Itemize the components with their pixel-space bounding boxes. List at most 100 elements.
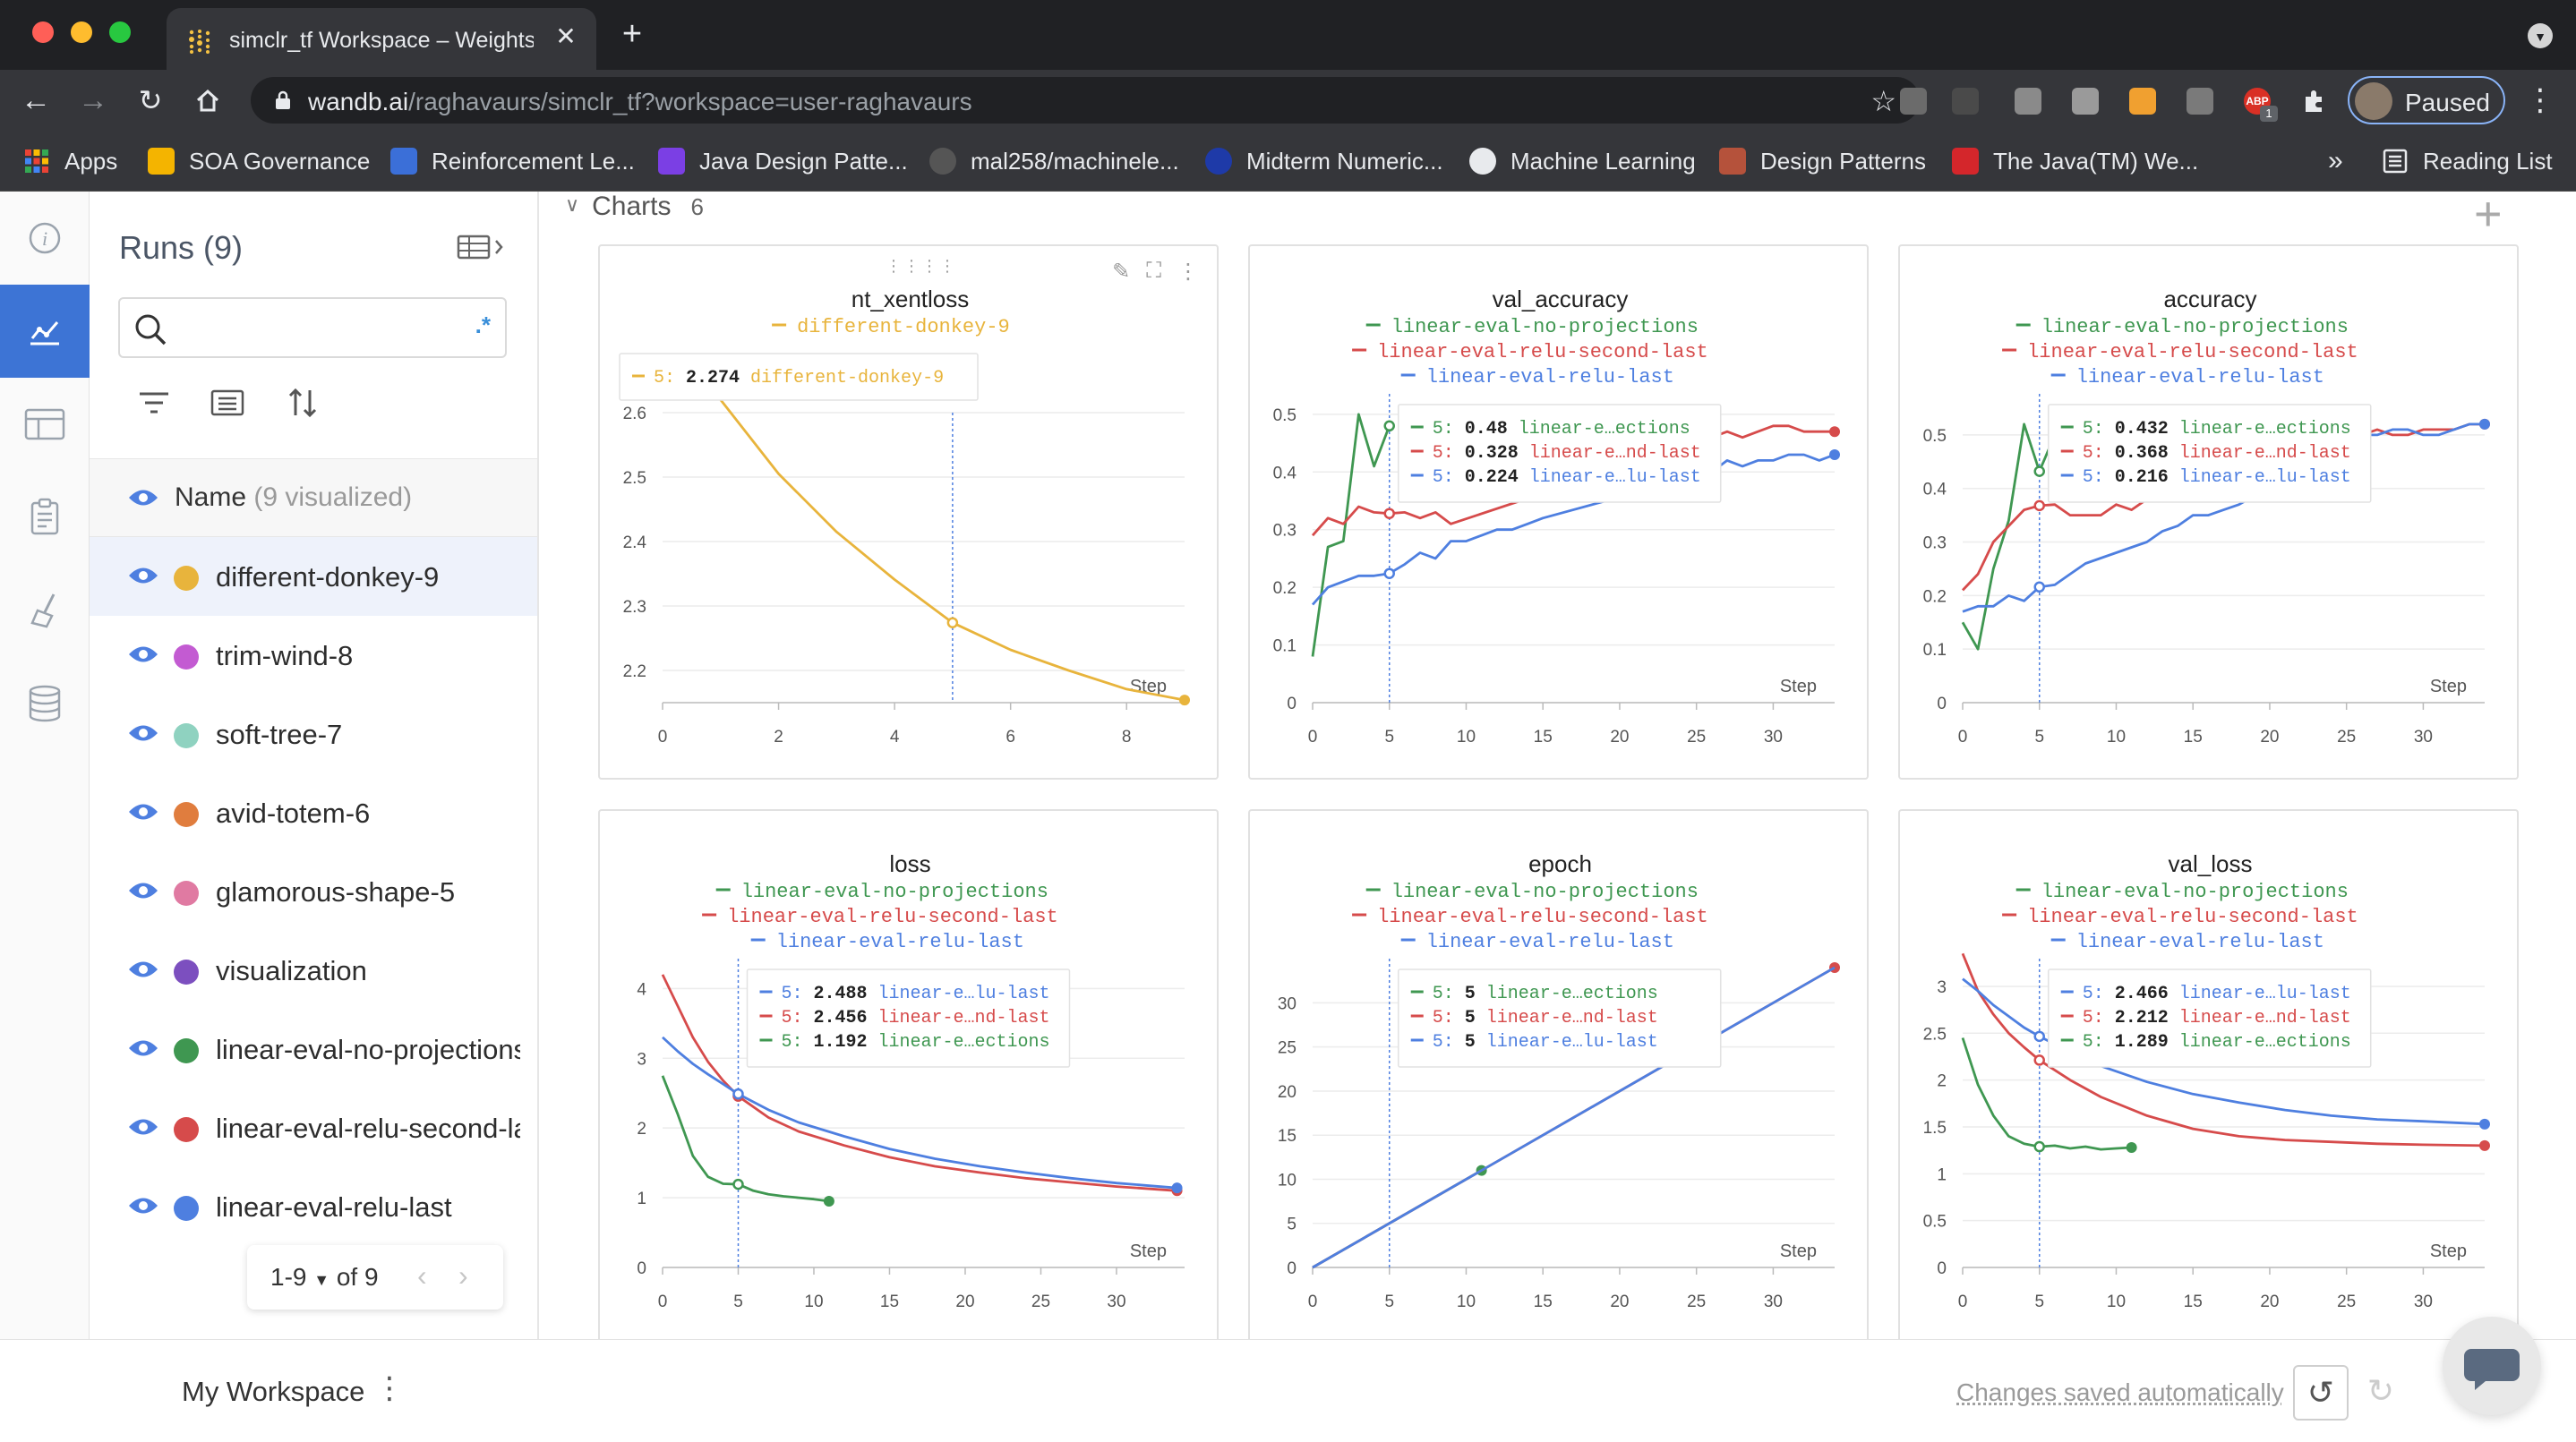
run-row[interactable]: glamorous-shape-5: [90, 852, 537, 931]
reports-rail-item[interactable]: [0, 471, 90, 564]
camera-extension-icon[interactable]: [2015, 88, 2041, 115]
run-row[interactable]: avid-totem-6: [90, 773, 537, 852]
tab-search-icon[interactable]: ▼: [2528, 23, 2553, 48]
browser-menu-icon[interactable]: ⋮: [2525, 82, 2555, 118]
bookmark-machine-learning[interactable]: Machine Learning: [1469, 143, 1696, 179]
run-row[interactable]: linear-eval-relu-second-last: [90, 1088, 537, 1167]
runs-name-header[interactable]: Name (9 visualized): [90, 458, 537, 537]
workspace-name[interactable]: My Workspace: [182, 1376, 364, 1408]
eye-icon[interactable]: [127, 486, 159, 509]
group-icon[interactable]: [210, 385, 245, 421]
chart-panel-epoch[interactable]: epoch linear-eval-no-projections linear-ev…: [1248, 809, 1869, 1339]
new-tab-button[interactable]: +: [614, 16, 650, 52]
browser-tab-active[interactable]: simclr_tf Workspace – Weights & Biases ✕: [167, 8, 596, 70]
eye-icon[interactable]: [127, 721, 159, 745]
eye-icon[interactable]: [127, 1037, 159, 1060]
eye-icon[interactable]: [127, 1194, 159, 1217]
home-icon[interactable]: [188, 81, 227, 120]
chart-panel-loss[interactable]: loss linear-eval-no-projections linear-eva…: [598, 809, 1219, 1339]
bookmark-java-design[interactable]: Java Design Patte...: [658, 143, 908, 179]
bookmark-star-icon[interactable]: ☆: [1870, 84, 1896, 118]
chat-support-button[interactable]: [2443, 1317, 2541, 1415]
overview-rail-item[interactable]: i: [0, 192, 90, 285]
sort-icon[interactable]: [285, 385, 321, 421]
chart-panel-accuracy[interactable]: accuracy linear-eval-no-projections linear…: [1898, 244, 2519, 780]
regex-toggle-icon[interactable]: .*: [475, 311, 491, 339]
forward-icon[interactable]: →: [73, 81, 113, 120]
table-rail-item[interactable]: [0, 378, 90, 471]
bookmark-reinforcement[interactable]: Reinforcement Le...: [390, 143, 635, 179]
pager-next-icon[interactable]: ›: [458, 1259, 468, 1293]
bookmark-soa[interactable]: SOA Governance: [148, 143, 370, 179]
tab-close-icon[interactable]: ✕: [550, 21, 582, 53]
run-row[interactable]: trim-wind-8: [90, 616, 537, 695]
redo-button[interactable]: ↻: [2353, 1365, 2409, 1421]
chart-svg[interactable]: val_loss linear-eval-no-projections linear…: [1900, 811, 2520, 1339]
undo-button[interactable]: ↺: [2293, 1365, 2349, 1421]
run-row[interactable]: linear-eval-no-projections: [90, 1010, 537, 1088]
eye-icon[interactable]: [127, 800, 159, 823]
edit-pencil-icon[interactable]: ✎: [1112, 259, 1130, 285]
chart-panel-val-accuracy[interactable]: val_accuracy linear-eval-no-projections li…: [1248, 244, 1869, 780]
eye-icon[interactable]: [127, 958, 159, 981]
expand-table-icon[interactable]: [457, 231, 507, 263]
eye-icon[interactable]: [127, 1115, 159, 1139]
run-color-dot[interactable]: [174, 881, 199, 906]
run-row[interactable]: soft-tree-7: [90, 695, 537, 773]
artifacts-rail-item[interactable]: [0, 657, 90, 750]
charts-section-header[interactable]: ∨ Charts 6: [565, 192, 704, 221]
extension-icon-4[interactable]: [2072, 88, 2099, 115]
drag-handle-icon[interactable]: ⋮⋮⋮⋮: [886, 257, 957, 276]
bookmark-github[interactable]: mal258/machinele...: [929, 143, 1179, 179]
bookmark-midterm[interactable]: Midterm Numeric...: [1205, 143, 1443, 179]
extension-icon-1[interactable]: [1900, 88, 1927, 115]
runs-search-input[interactable]: .*: [118, 297, 507, 358]
window-minimize-button[interactable]: [71, 21, 92, 43]
run-color-dot[interactable]: [174, 644, 199, 670]
fullscreen-icon[interactable]: ⛶: [1146, 259, 1161, 285]
run-color-dot[interactable]: [174, 960, 199, 985]
bookmark-java-tutorial[interactable]: The Java(TM) We...: [1952, 143, 2198, 179]
window-zoom-button[interactable]: [109, 21, 131, 43]
run-color-dot[interactable]: [174, 802, 199, 827]
chart-svg[interactable]: epoch linear-eval-no-projections linear-ev…: [1250, 811, 1870, 1339]
filter-icon[interactable]: [136, 385, 172, 421]
eye-icon[interactable]: [127, 643, 159, 666]
extension-icon-6[interactable]: [2187, 88, 2213, 115]
extension-icon-5[interactable]: [2129, 88, 2156, 115]
workspace-menu-icon[interactable]: ⋮: [374, 1370, 405, 1406]
sweeps-rail-item[interactable]: [0, 564, 90, 657]
run-row[interactable]: different-donkey-9: [90, 537, 537, 616]
extension-icon-2[interactable]: [1952, 88, 1979, 115]
add-panel-icon[interactable]: +: [2474, 192, 2503, 242]
run-color-dot[interactable]: [174, 566, 199, 591]
chart-panel-nt-xentloss[interactable]: nt_xentloss different-donkey-9 2.2 2.3 2.4 2.…: [598, 244, 1219, 780]
bookmark-apps[interactable]: Apps: [23, 143, 117, 179]
reading-list[interactable]: Reading List: [2382, 143, 2553, 179]
extensions-puzzle-icon[interactable]: [2301, 88, 2328, 115]
bookmark-design-patterns[interactable]: Design Patterns: [1719, 143, 1926, 179]
chart-panel-val-loss[interactable]: val_loss linear-eval-no-projections linear…: [1898, 809, 2519, 1339]
reload-icon[interactable]: ↻: [131, 81, 170, 120]
run-color-dot[interactable]: [174, 1038, 199, 1063]
run-row[interactable]: visualization: [90, 931, 537, 1010]
chart-svg[interactable]: loss linear-eval-no-projections linear-eva…: [600, 811, 1220, 1339]
panel-menu-icon[interactable]: ⋮: [1177, 259, 1199, 285]
charts-rail-item[interactable]: [0, 285, 90, 378]
chart-svg[interactable]: accuracy linear-eval-no-projections linear…: [1900, 246, 2520, 781]
pager-prev-icon[interactable]: ‹: [417, 1259, 427, 1293]
chart-svg[interactable]: nt_xentloss different-donkey-9 2.2 2.3 2.4 2.…: [600, 246, 1220, 781]
run-color-dot[interactable]: [174, 1196, 199, 1221]
eye-icon[interactable]: [127, 564, 159, 587]
run-color-dot[interactable]: [174, 1117, 199, 1142]
eye-icon[interactable]: [127, 879, 159, 902]
pager-range-select[interactable]: 1-9 ▼ of 9: [270, 1263, 379, 1292]
window-close-button[interactable]: [32, 21, 54, 43]
profile-button[interactable]: Paused: [2348, 76, 2505, 124]
address-bar[interactable]: wandb.ai/raghavaurs/simclr_tf?workspace=…: [251, 77, 1920, 124]
run-color-dot[interactable]: [174, 723, 199, 748]
chart-svg[interactable]: val_accuracy linear-eval-no-projections li…: [1250, 246, 1870, 781]
back-icon[interactable]: ←: [16, 81, 56, 120]
run-row[interactable]: linear-eval-relu-last: [90, 1167, 537, 1246]
bookmarks-overflow-icon[interactable]: »: [2328, 143, 2343, 179]
